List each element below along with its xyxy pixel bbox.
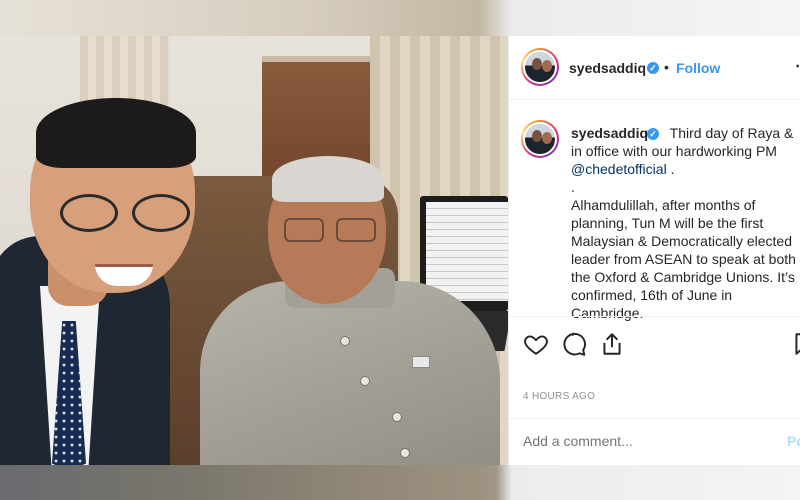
person-left-hair (36, 98, 196, 168)
heart-icon[interactable] (523, 331, 549, 357)
comment-icon[interactable] (561, 331, 587, 357)
share-icon[interactable] (599, 331, 625, 357)
instagram-post: syedsaddiq ✓ • Follow ⋯ ✓ syedsaddiq Thi… (0, 36, 800, 465)
post-header: syedsaddiq ✓ • Follow ⋯ (509, 36, 800, 100)
person-right-jacket (200, 281, 500, 465)
jacket-button (360, 376, 370, 386)
jacket-button (340, 336, 350, 346)
caption-avatar[interactable] (521, 120, 559, 158)
post-comment-button[interactable]: Po (787, 433, 800, 449)
caption-username[interactable]: syedsaddiq (571, 125, 648, 141)
more-options-icon[interactable]: ⋯ (795, 56, 800, 76)
bookmark-icon[interactable] (791, 331, 800, 357)
post-photo[interactable] (0, 36, 508, 465)
separator-dot: • (664, 59, 669, 75)
profile-avatar[interactable] (521, 48, 559, 86)
post-caption: syedsaddiq Third day of Raya & in office… (571, 124, 800, 340)
jacket-button (392, 412, 402, 422)
post-timestamp[interactable]: 4 HOURS AGO (523, 391, 595, 402)
backdrop-bottom-band (0, 465, 800, 500)
caption-separator: . (571, 179, 575, 195)
caption-line1-end: . (666, 161, 675, 177)
follow-button[interactable]: Follow (676, 60, 720, 76)
action-bar (509, 316, 800, 368)
person-right-glasses (284, 218, 380, 246)
header-username[interactable]: syedsaddiq (569, 60, 646, 76)
caption-body: Alhamdulillah, after months of planning,… (571, 197, 796, 321)
person-left-glasses (60, 194, 200, 234)
jacket-button (400, 448, 410, 458)
comment-bar: Po (509, 418, 800, 465)
mention-link[interactable]: @chedetofficial (571, 161, 667, 177)
verified-badge-icon: ✓ (647, 62, 659, 74)
post-side-panel: syedsaddiq ✓ • Follow ⋯ ✓ syedsaddiq Thi… (508, 36, 800, 465)
person-right-hair (272, 156, 384, 202)
comment-input[interactable] (523, 433, 763, 449)
backdrop-top-band (0, 0, 800, 36)
lapel-pin (412, 356, 430, 368)
